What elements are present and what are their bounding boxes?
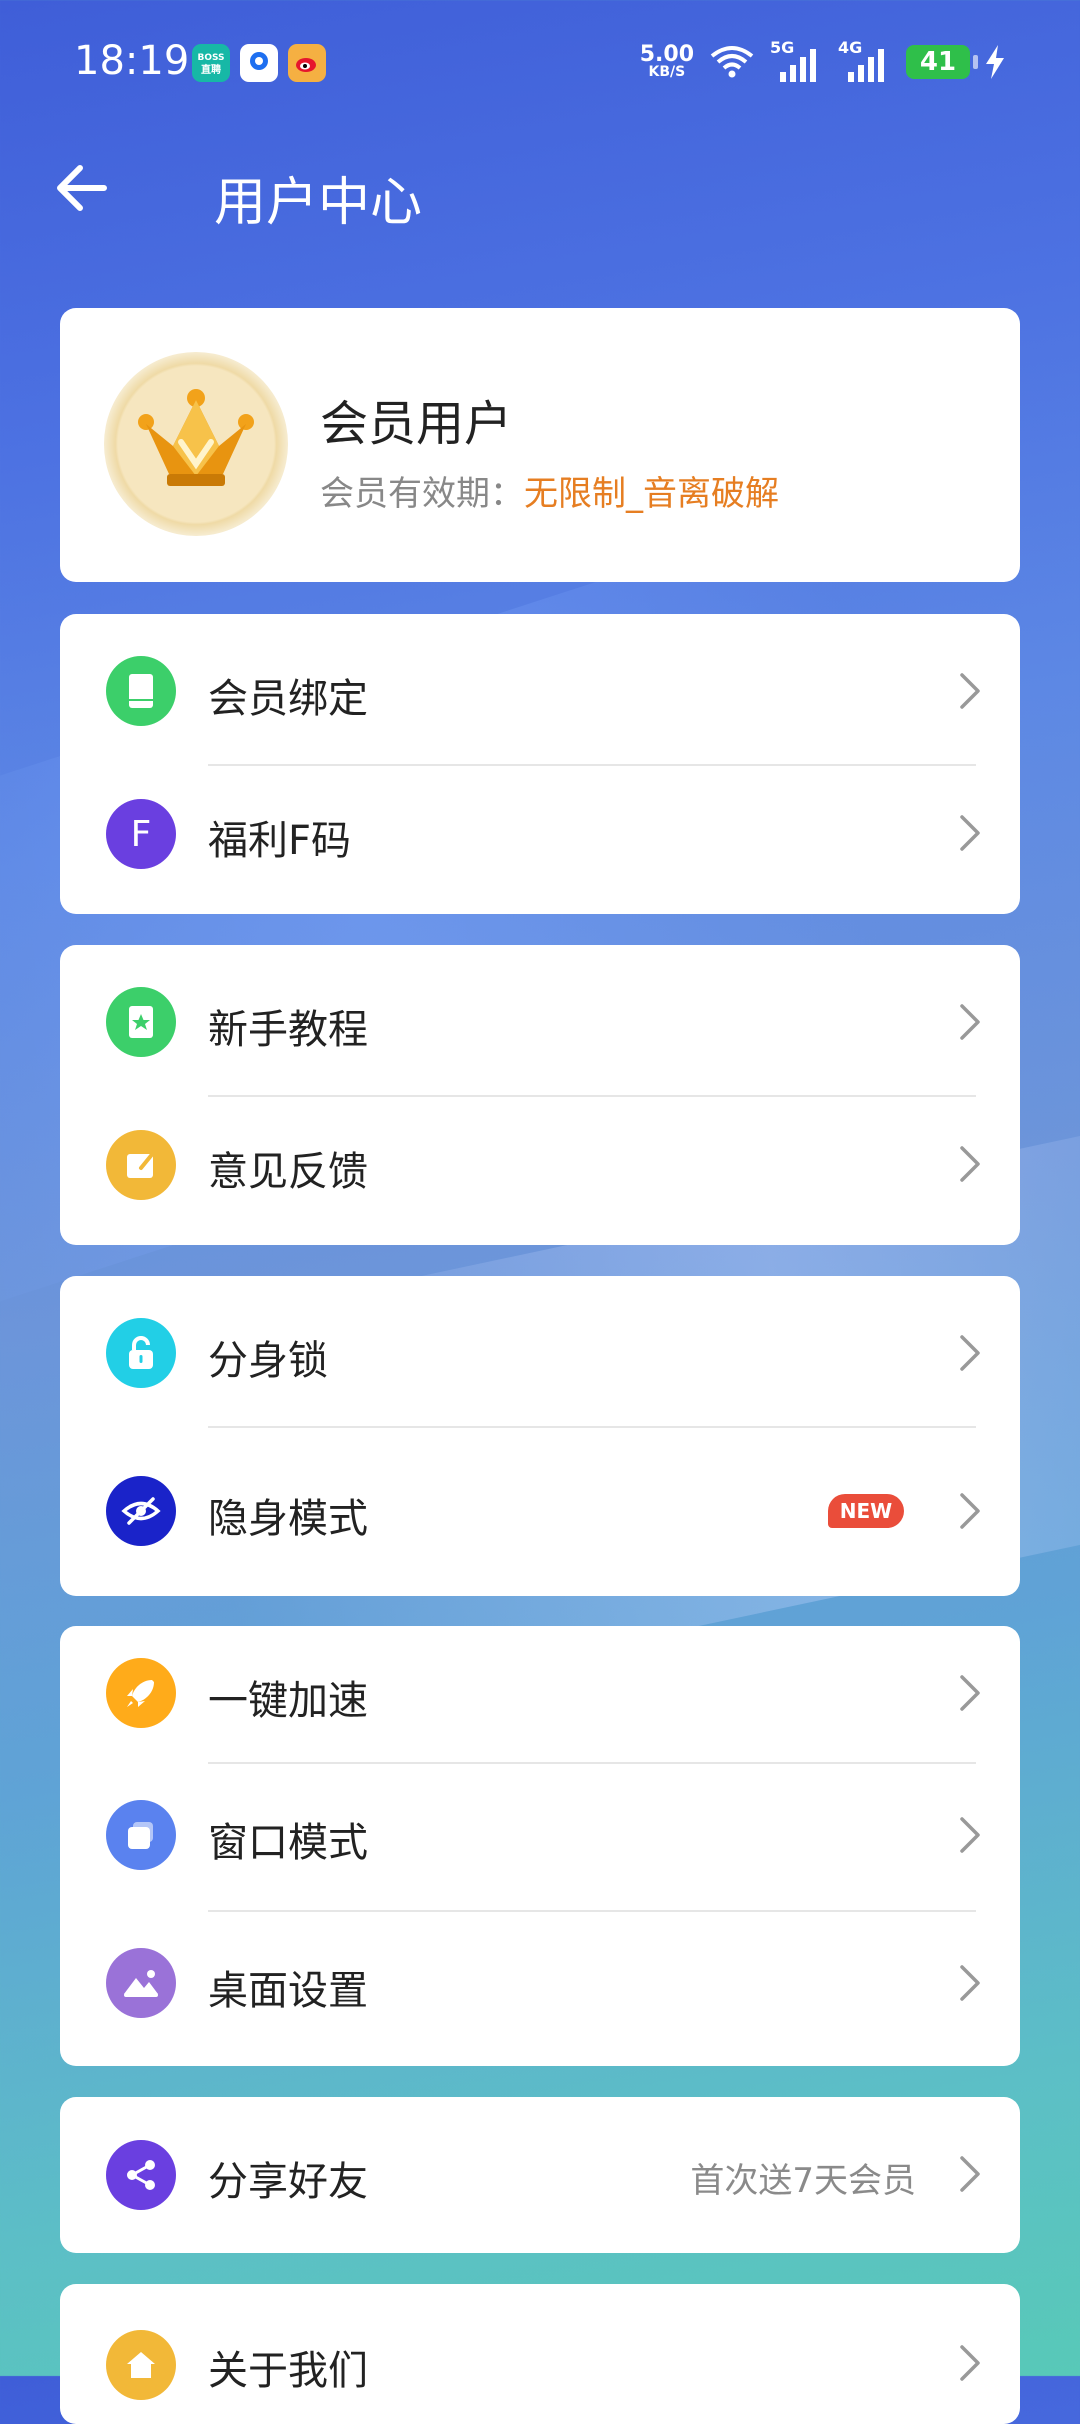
phone-icon xyxy=(106,656,176,726)
menu-group-account: 会员绑定 F 福利F码 xyxy=(60,614,1020,914)
rocket-icon xyxy=(106,1658,176,1728)
menu-item-boost[interactable]: 一键加速 xyxy=(60,1626,1020,1762)
wifi-icon xyxy=(710,46,754,78)
menu-item-share[interactable]: 分享好友 首次送7天会员 xyxy=(60,2097,1020,2253)
menu-item-label: 分享好友 xyxy=(208,2159,368,2205)
profile-name: 会员用户 xyxy=(320,396,513,452)
chevron-right-icon xyxy=(960,673,980,709)
menu-item-label: 一键加速 xyxy=(208,1678,368,1724)
menu-item-label: 新手教程 xyxy=(208,1007,368,1053)
chevron-right-icon xyxy=(960,2156,980,2192)
news-app-icon xyxy=(240,44,278,82)
chevron-right-icon xyxy=(960,815,980,851)
eye-off-icon xyxy=(106,1476,176,1546)
chevron-right-icon xyxy=(960,1335,980,1371)
f-letter-icon: F xyxy=(106,799,176,869)
chevron-right-icon xyxy=(960,1146,980,1182)
svg-text:直聘: 直聘 xyxy=(201,63,221,76)
home-icon xyxy=(106,2330,176,2400)
share-icon xyxy=(106,2140,176,2210)
svg-text:BOSS: BOSS xyxy=(197,53,224,63)
crown-icon xyxy=(138,389,254,486)
menu-item-desktop-settings[interactable]: 桌面设置 xyxy=(60,1912,1020,2064)
weibo-icon xyxy=(288,44,326,82)
charging-icon xyxy=(986,45,1004,79)
menu-item-label: 意见反馈 xyxy=(208,1149,368,1195)
menu-group-help: 新手教程 意见反馈 xyxy=(60,945,1020,1245)
menu-item-feedback[interactable]: 意见反馈 xyxy=(60,1097,1020,1243)
menu-item-label: 桌面设置 xyxy=(208,1968,368,2014)
book-star-icon xyxy=(106,987,176,1057)
status-time: 18:19 xyxy=(74,38,190,84)
back-arrow-icon xyxy=(57,165,107,211)
status-indicators: 5.00 KB/S 5G 4G 41 xyxy=(639,38,1006,84)
menu-item-label: 窗口模式 xyxy=(208,1820,368,1866)
menu-item-clone-lock[interactable]: 分身锁 xyxy=(60,1276,1020,1428)
battery-icon: 41 xyxy=(906,45,978,79)
avatar xyxy=(104,352,288,536)
network-speed: 5.00 KB/S xyxy=(639,42,694,80)
profile-card[interactable]: 会员用户 会员有效期：无限制_音离破解 xyxy=(60,308,1020,582)
landscape-icon xyxy=(106,1948,176,2018)
signal-4g-icon: 4G xyxy=(838,38,892,82)
lock-icon xyxy=(106,1318,176,1388)
menu-item-stealth-mode[interactable]: 隐身模式 NEW xyxy=(60,1428,1020,1594)
chevron-right-icon xyxy=(960,1493,980,1529)
menu-item-fcode[interactable]: F 福利F码 xyxy=(60,766,1020,912)
menu-item-label: 福利F码 xyxy=(208,818,352,864)
page-title: 用户中心 xyxy=(214,173,423,233)
menu-item-about[interactable]: 关于我们 xyxy=(60,2284,1020,2424)
menu-group-about: 关于我们 xyxy=(60,2284,1020,2424)
membership-expiry: 会员有效期：无限制_音离破解 xyxy=(320,474,779,514)
window-icon xyxy=(106,1800,176,1870)
menu-group-tools: 一键加速 窗口模式 桌面设置 xyxy=(60,1626,1020,2066)
menu-item-label: 隐身模式 xyxy=(208,1496,368,1542)
boss-zhipin-icon: BOSS 直聘 xyxy=(192,44,230,82)
menu-item-member-bind[interactable]: 会员绑定 xyxy=(60,614,1020,768)
new-badge: NEW xyxy=(828,1494,904,1528)
chevron-right-icon xyxy=(960,1675,980,1711)
menu-item-label: 会员绑定 xyxy=(208,676,368,722)
chevron-right-icon xyxy=(960,2345,980,2381)
menu-group-privacy: 分身锁 隐身模式 NEW xyxy=(60,1276,1020,1596)
menu-item-tutorial[interactable]: 新手教程 xyxy=(60,945,1020,1099)
menu-item-window-mode[interactable]: 窗口模式 xyxy=(60,1764,1020,1910)
chevron-right-icon xyxy=(960,1004,980,1040)
menu-group-share: 分享好友 首次送7天会员 xyxy=(60,2097,1020,2253)
edit-icon xyxy=(106,1130,176,1200)
share-promo-text: 首次送7天会员 xyxy=(690,2161,916,2201)
menu-item-label: 分身锁 xyxy=(208,1338,328,1384)
signal-5g-icon: 5G xyxy=(770,38,824,82)
chevron-right-icon xyxy=(960,1965,980,2001)
chevron-right-icon xyxy=(960,1817,980,1853)
back-button[interactable] xyxy=(52,158,132,238)
membership-expiry-value: 无限制_音离破解 xyxy=(524,474,779,514)
menu-item-label: 关于我们 xyxy=(208,2348,368,2394)
